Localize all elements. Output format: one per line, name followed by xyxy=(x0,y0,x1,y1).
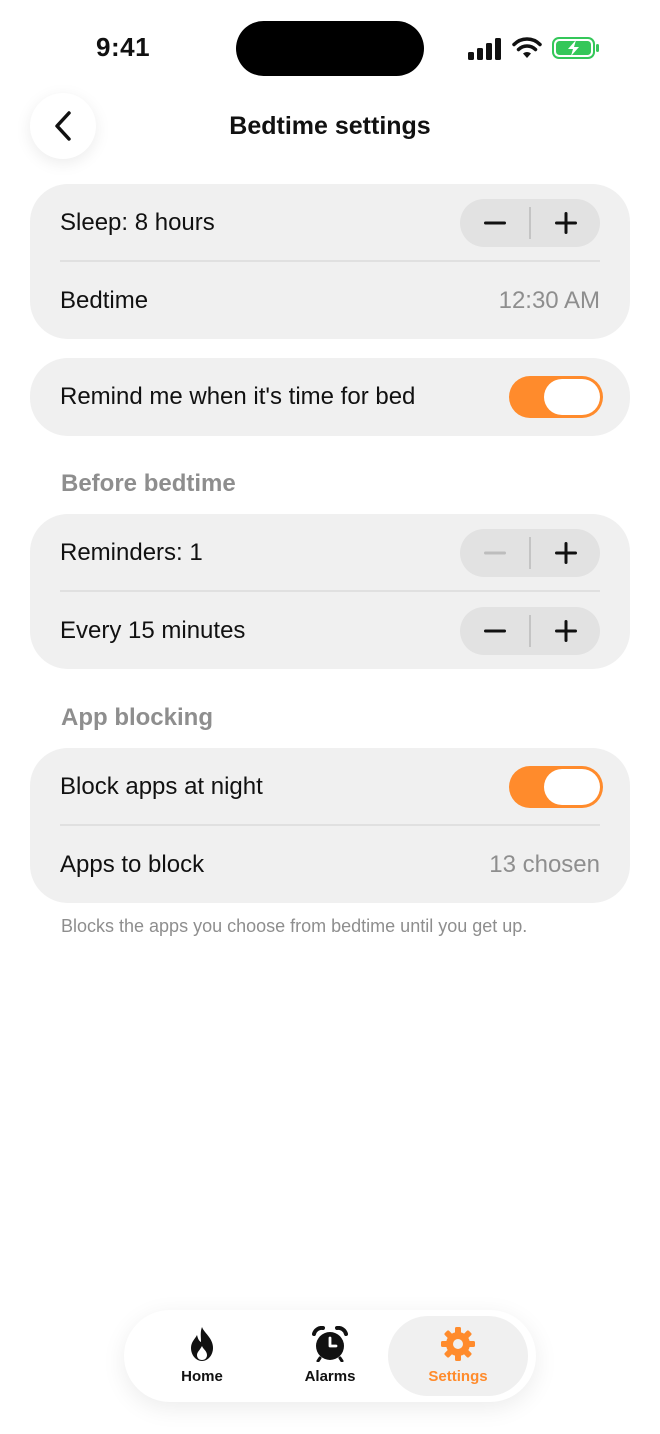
bedtime-label: Bedtime xyxy=(60,287,149,314)
sleep-decrease-button[interactable] xyxy=(460,199,529,247)
before-bedtime-header: Before bedtime xyxy=(61,470,236,497)
sleep-duration-label: Sleep: 8 hours xyxy=(60,209,215,236)
toggle-knob xyxy=(544,379,600,415)
alarm-clock-icon xyxy=(312,1326,348,1362)
sleep-increase-button[interactable] xyxy=(531,199,600,247)
reminders-decrease-button[interactable] xyxy=(460,529,529,577)
minus-icon xyxy=(483,551,506,555)
wifi-icon xyxy=(512,37,542,58)
block-apps-label: Block apps at night xyxy=(60,773,263,800)
tab-home[interactable]: Home xyxy=(132,1316,272,1396)
sleep-card: Sleep: 8 hours Bedtime 12:30 AM xyxy=(30,184,630,339)
plus-icon xyxy=(554,212,577,234)
block-apps-row: Block apps at night xyxy=(60,748,603,826)
sleep-duration-stepper xyxy=(460,199,600,247)
reminders-increase-button[interactable] xyxy=(531,529,600,577)
plus-icon xyxy=(554,620,577,642)
tab-bar: Home Alarms Settings xyxy=(124,1310,536,1402)
reminders-label: Reminders: 1 xyxy=(60,539,203,566)
remind-row: Remind me when it's time for bed xyxy=(60,358,603,436)
status-bar: 9:41 xyxy=(0,0,660,96)
sleep-duration-row: Sleep: 8 hours xyxy=(60,184,600,262)
minus-icon xyxy=(483,629,506,633)
remind-card: Remind me when it's time for bed xyxy=(30,358,630,436)
app-blocking-card: Block apps at night Apps to block 13 cho… xyxy=(30,748,630,903)
reminders-row: Reminders: 1 xyxy=(60,514,600,592)
app-blocking-header: App blocking xyxy=(61,704,213,731)
minus-icon xyxy=(483,221,506,225)
plus-icon xyxy=(554,542,577,564)
interval-label: Every 15 minutes xyxy=(60,617,246,644)
interval-stepper xyxy=(460,607,600,655)
cellular-signal-icon xyxy=(468,38,501,60)
app-blocking-note: Blocks the apps you choose from bedtime … xyxy=(61,916,528,936)
interval-decrease-button[interactable] xyxy=(460,607,529,655)
apps-to-block-row[interactable]: Apps to block 13 chosen xyxy=(60,826,600,904)
before-bedtime-card: Reminders: 1 Every 15 minutes xyxy=(30,514,630,669)
interval-increase-button[interactable] xyxy=(531,607,600,655)
gear-icon xyxy=(441,1327,475,1361)
status-time: 9:41 xyxy=(96,32,151,62)
remind-toggle[interactable] xyxy=(509,376,603,418)
tab-settings-label: Settings xyxy=(428,1368,488,1385)
tab-alarms-label: Alarms xyxy=(304,1368,356,1385)
apps-to-block-value: 13 chosen xyxy=(489,851,600,878)
interval-row: Every 15 minutes xyxy=(60,592,600,670)
remind-label: Remind me when it's time for bed xyxy=(60,383,416,410)
apps-to-block-label: Apps to block xyxy=(60,851,205,878)
dynamic-island xyxy=(236,21,424,76)
tab-settings[interactable]: Settings xyxy=(388,1316,528,1396)
bedtime-row[interactable]: Bedtime 12:30 AM xyxy=(60,262,600,340)
tab-home-label: Home xyxy=(181,1368,223,1385)
reminders-stepper xyxy=(460,529,600,577)
flame-icon xyxy=(191,1327,213,1361)
bedtime-value: 12:30 AM xyxy=(498,287,600,314)
page-title: Bedtime settings xyxy=(229,112,431,140)
block-apps-toggle[interactable] xyxy=(509,766,603,808)
toggle-knob xyxy=(544,769,600,805)
tab-alarms[interactable]: Alarms xyxy=(260,1316,400,1396)
battery-charging-icon xyxy=(552,37,599,59)
